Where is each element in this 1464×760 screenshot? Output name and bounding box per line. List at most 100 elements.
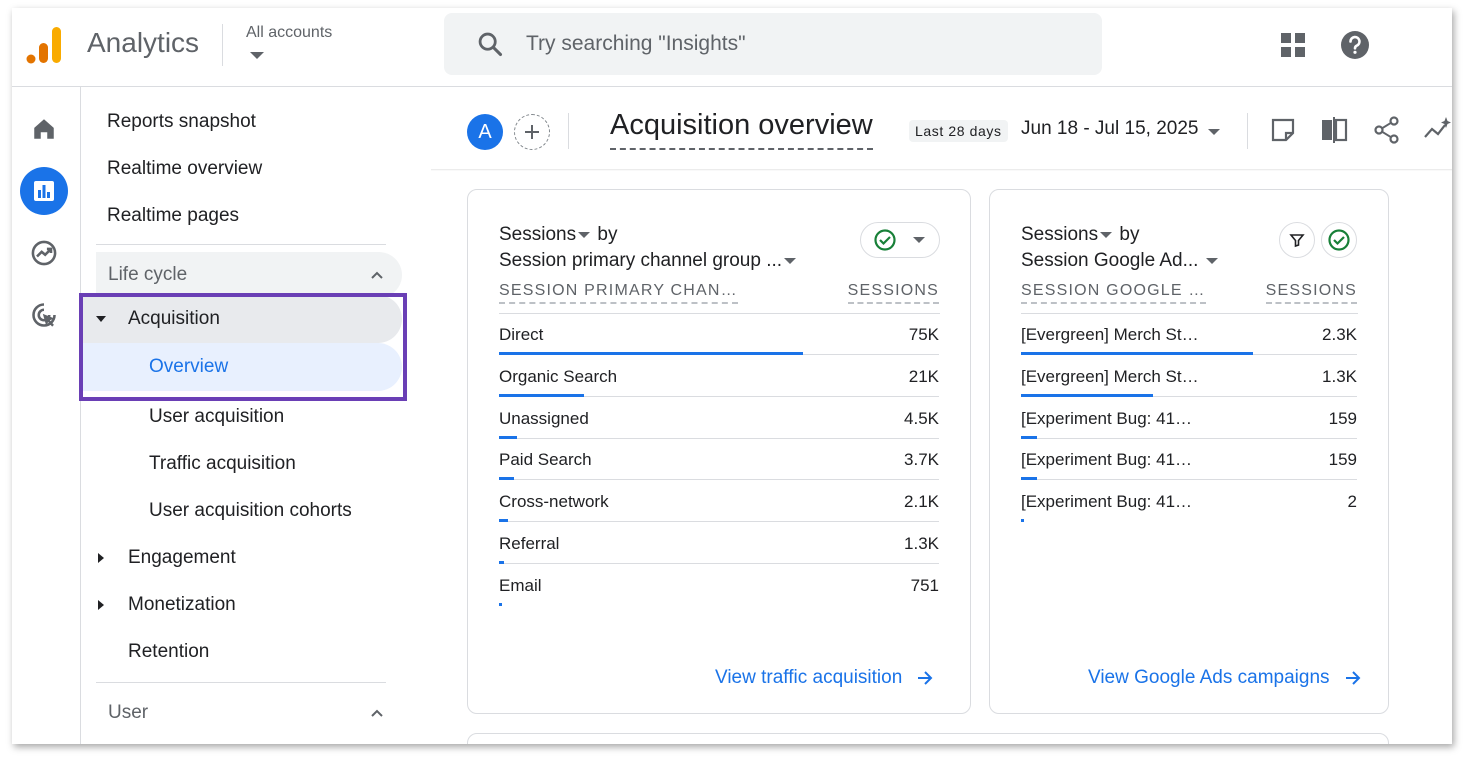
dimension-caret-icon[interactable]	[784, 257, 797, 264]
nav-user-acquisition[interactable]: User acquisition	[149, 406, 284, 428]
home-icon	[34, 119, 54, 139]
table-row[interactable]: [Experiment Bug: 41… 159	[1021, 439, 1357, 481]
search-input[interactable]	[526, 29, 1046, 59]
help-icon[interactable]	[1340, 30, 1370, 60]
table-row[interactable]: Cross-network 2.1K	[499, 481, 939, 523]
nav-reports-snapshot[interactable]: Reports snapshot	[107, 111, 256, 133]
expand-right-icon[interactable]	[98, 600, 104, 610]
nav-acquisition[interactable]: Acquisition	[82, 295, 402, 343]
account-selector-label[interactable]: All accounts	[246, 24, 332, 42]
card-title-line1: Sessions by	[1021, 224, 1139, 246]
filter-button[interactable]	[1279, 222, 1315, 258]
arrow-right-icon	[918, 671, 933, 685]
card-title-line2[interactable]: Session primary channel group ...	[499, 250, 798, 272]
nav-monetization[interactable]: Monetization	[128, 594, 236, 616]
row-share-bar	[1021, 477, 1037, 481]
date-caret-icon[interactable]	[1208, 129, 1220, 135]
row-value: 4.5K	[904, 408, 939, 428]
nav-overview-label: Overview	[149, 356, 229, 377]
nav-overview[interactable]: Overview	[82, 343, 402, 391]
account-caret-icon[interactable]	[250, 52, 264, 59]
link-label: View traffic acquisition	[715, 667, 903, 688]
rail-reports[interactable]	[20, 167, 68, 215]
section-life-cycle[interactable]: Life cycle	[96, 252, 402, 298]
dimension-caret-icon[interactable]	[1206, 257, 1219, 264]
card-next	[467, 733, 1389, 744]
date-preset-chip[interactable]: Last 28 days	[909, 120, 1008, 142]
app-title: Analytics	[87, 27, 200, 58]
section-user[interactable]: User	[96, 690, 402, 736]
share-icon[interactable]	[1372, 115, 1402, 145]
top-bar: Analytics All accounts	[12, 8, 1452, 87]
table-row[interactable]: [Evergreen] Merch St… 2.3K	[1021, 314, 1357, 356]
insights-icon[interactable]	[1423, 115, 1452, 145]
metric-caret-icon[interactable]	[1100, 231, 1113, 238]
metric-caret-icon[interactable]	[578, 231, 591, 238]
table-row[interactable]: Unassigned 4.5K	[499, 398, 939, 440]
expand-right-icon[interactable]	[98, 553, 104, 563]
rail-explore[interactable]	[20, 229, 68, 277]
nav-user-acquisition-cohorts[interactable]: User acquisition cohorts	[149, 500, 352, 522]
check-circle-icon	[874, 229, 896, 251]
divider	[568, 113, 569, 149]
row-label: Unassigned	[499, 408, 589, 428]
card-title-line2[interactable]: Session Google Ad...	[1021, 250, 1220, 272]
table-row[interactable]: Direct 75K	[499, 314, 939, 356]
row-value: 21K	[908, 366, 939, 386]
column-header-sessions[interactable]: SESSIONS	[847, 282, 939, 304]
nav-retention[interactable]: Retention	[128, 641, 209, 663]
column-header-dimension[interactable]: SESSION PRIMARY CHAN…	[499, 282, 738, 304]
card-status-button[interactable]	[1321, 222, 1357, 258]
column-header-dimension[interactable]: SESSION GOOGLE …	[1021, 282, 1206, 304]
card-status-pill[interactable]	[860, 222, 940, 258]
row-share-bar	[499, 519, 508, 523]
nav-realtime-overview[interactable]: Realtime overview	[107, 158, 262, 180]
nav-divider	[96, 244, 386, 245]
nav-realtime-pages[interactable]: Realtime pages	[107, 205, 239, 227]
header-shadow	[431, 169, 1452, 171]
row-share-bar	[499, 561, 504, 564]
left-rail	[12, 87, 81, 744]
column-header-sessions[interactable]: SESSIONS	[1265, 282, 1357, 304]
explore-icon	[31, 240, 57, 266]
dimension-label[interactable]: Session Google Ad...	[1021, 250, 1198, 271]
table-row[interactable]: Referral 1.3K	[499, 523, 939, 565]
date-range[interactable]: Jun 18 - Jul 15, 2025	[1021, 118, 1198, 140]
metric-label[interactable]: Sessions	[499, 224, 576, 245]
metric-label[interactable]: Sessions	[1021, 224, 1098, 245]
analytics-logo[interactable]	[26, 26, 62, 64]
row-value: 159	[1328, 450, 1357, 470]
table-row[interactable]: Paid Search 3.7K	[499, 439, 939, 481]
search-icon	[478, 32, 503, 57]
search-bar[interactable]	[444, 13, 1102, 75]
row-label: Direct	[499, 325, 544, 344]
row-label: Organic Search	[499, 366, 618, 386]
nav-divider	[96, 682, 386, 683]
compare-icon[interactable]	[1319, 115, 1349, 145]
apps-grid-icon[interactable]	[1280, 32, 1306, 58]
row-label: [Experiment Bug: 41…	[1021, 492, 1193, 512]
nav-engagement[interactable]: Engagement	[128, 547, 236, 569]
table-row[interactable]: [Experiment Bug: 41… 2	[1021, 481, 1357, 523]
expand-down-icon	[96, 316, 106, 322]
chevron-up-icon[interactable]	[370, 268, 384, 282]
main-content: A Acquisition overview Last 28 days Jun …	[423, 87, 1452, 744]
nav-traffic-acquisition[interactable]: Traffic acquisition	[149, 453, 296, 475]
table-row[interactable]: [Experiment Bug: 41… 159	[1021, 398, 1357, 440]
table-row[interactable]: Organic Search 21K	[499, 356, 939, 398]
row-share-bar	[1021, 519, 1024, 523]
view-traffic-acquisition-link[interactable]: View traffic acquisition	[715, 667, 934, 689]
table-row[interactable]: [Evergreen] Merch St… 1.3K	[1021, 356, 1357, 398]
row-label: Email	[499, 575, 542, 595]
rail-advertising[interactable]	[20, 291, 68, 339]
edit-report-icon[interactable]	[1268, 115, 1298, 145]
comparison-avatar[interactable]: A	[467, 114, 503, 150]
view-google-ads-campaigns-link[interactable]: View Google Ads campaigns	[1088, 667, 1362, 689]
dimension-label[interactable]: Session primary channel group ...	[499, 250, 782, 271]
table-row[interactable]: Email 751	[499, 565, 939, 607]
chevron-up-icon[interactable]	[370, 706, 384, 720]
add-comparison-button[interactable]	[514, 114, 550, 150]
row-share-bar	[499, 435, 517, 439]
row-value: 2.3K	[1322, 325, 1357, 344]
rail-home[interactable]	[20, 105, 68, 153]
